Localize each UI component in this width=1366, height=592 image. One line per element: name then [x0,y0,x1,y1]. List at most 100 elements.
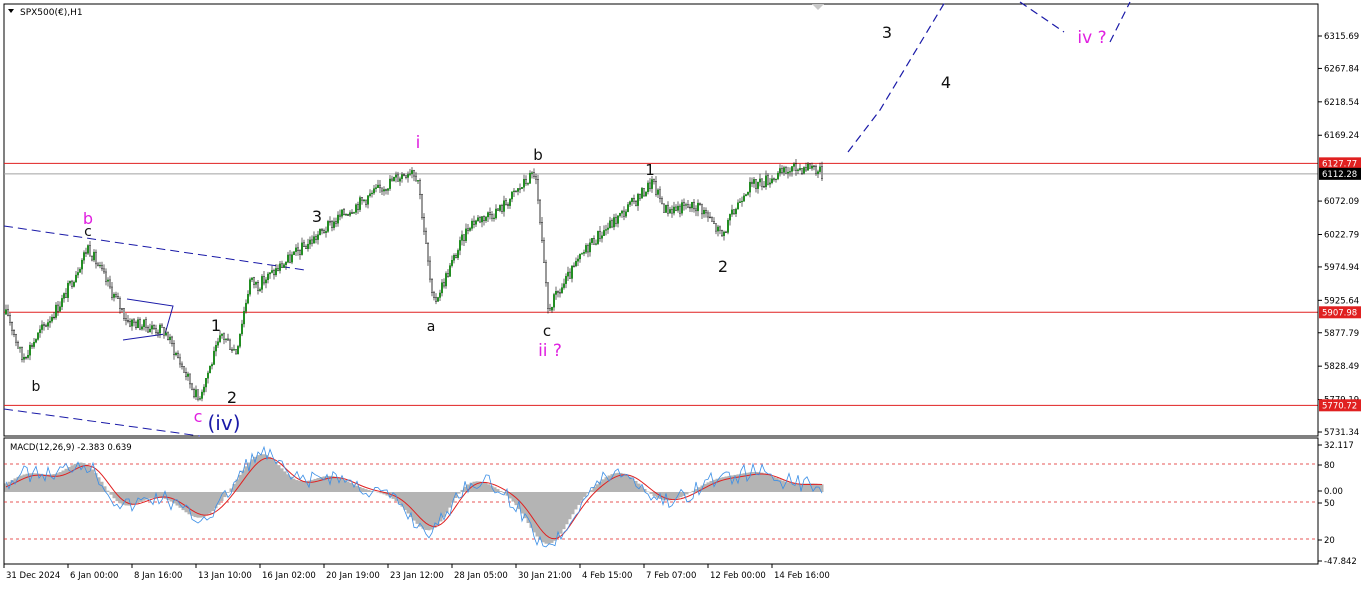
candle-body [811,165,814,169]
candle-body [785,167,788,174]
candle-body [637,193,640,206]
candle [166,331,169,341]
candle-body [705,209,708,214]
candle-body [226,338,229,341]
candle-body [170,336,173,344]
candle-body [589,242,592,253]
candle-body [281,263,284,268]
candle-body [234,349,237,355]
wave-label: a [427,319,436,335]
candle-body [59,306,62,312]
candle-body [643,188,646,197]
candle-body [351,212,354,214]
candle-body [507,204,510,206]
candle [727,218,730,235]
candle-body [214,345,217,352]
wave-label: 4 [941,73,951,92]
candle-body [339,214,342,217]
candle-body [154,328,157,333]
candle [228,338,231,350]
candle-body [505,200,508,205]
candle-body [76,272,79,276]
candle-body [321,229,324,231]
candle-body [14,334,17,343]
candle-body [521,187,524,189]
candle-body [481,216,484,223]
candle-body [503,200,506,212]
macd-tick-label: 0.00 [1324,487,1343,497]
candle-body [373,188,376,194]
candle-body [809,163,812,169]
candle-body [445,273,448,287]
price-tick-label: 6218.54 [1324,98,1359,108]
candle-body [477,217,480,222]
candle [359,195,362,213]
price-level-tag: 5907.98 [1319,306,1361,319]
candle-body [781,168,784,173]
candle-body [176,352,179,359]
candle-body [635,201,638,206]
candle-body [8,315,11,323]
candle-body [435,297,438,302]
candle-body [349,212,352,216]
candle-body [10,322,13,331]
candle-body [459,240,462,251]
candle-body [439,292,442,298]
candle-body [395,174,398,178]
wave-label: 3 [882,23,892,42]
candle [545,259,548,287]
candle-body [57,304,60,312]
candle-body [497,208,500,211]
candle-body [228,339,231,350]
candle-body [733,209,736,215]
candle-body [345,214,348,216]
candle-body [443,282,446,287]
candle-body [293,251,296,255]
candle-body [763,186,766,188]
macd-tick-label: 32.117 [1324,441,1354,451]
candle-body [543,240,546,263]
candle-body [773,178,776,180]
candle-body [405,175,408,178]
candle-body [238,333,241,347]
candle-body [200,391,203,399]
candle-body [4,309,7,315]
candle-body [265,279,268,284]
candle-body [283,264,286,268]
candle-body [124,318,127,321]
candle-body [162,327,165,336]
wave-label: 3 [312,207,322,226]
candle-body [583,252,586,254]
candle-body [144,319,147,328]
candle-body [287,254,290,263]
candle-body [653,179,656,182]
candle-body [743,195,746,202]
candle-body [66,282,69,298]
candle-body [51,316,54,322]
candle-body [327,221,330,232]
candle-body [737,202,740,210]
candle-body [64,293,67,298]
candle [327,219,330,233]
time-tick-label: 23 Jan 12:00 [390,571,444,581]
candle-body [27,355,30,358]
candle-body [244,302,247,312]
time-tick-label: 12 Feb 00:00 [710,571,766,581]
price-pane-frame [3,3,1319,437]
candle [86,244,89,256]
candle-body [427,243,430,262]
candle-body [741,200,744,203]
candle-body [499,205,502,211]
candle-body [681,202,684,214]
candle-body [128,321,131,327]
candle-body [232,349,235,351]
candle-body [765,175,768,188]
candle-body [206,372,209,379]
candle-body [525,178,528,184]
candle-body [767,175,770,185]
candle-body [212,350,215,365]
candle [182,366,185,373]
candle-body [631,198,634,202]
candle-body [479,217,482,223]
candle-body [180,363,183,367]
